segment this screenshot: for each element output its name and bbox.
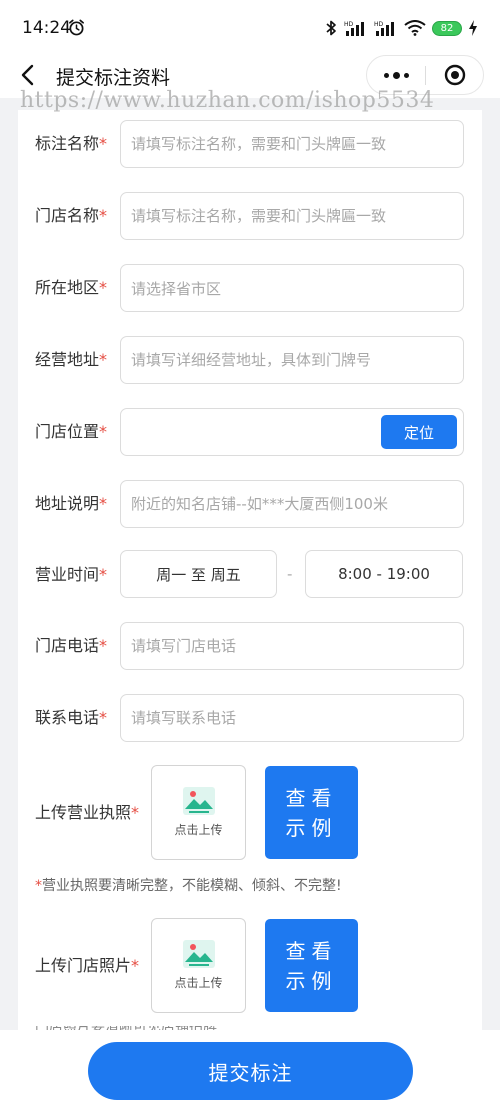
address-input[interactable] xyxy=(120,336,464,384)
region-label: 所在地区* xyxy=(35,278,108,297)
upload-label: 点击上传 xyxy=(174,976,223,990)
target-close-icon xyxy=(444,64,466,86)
hours-time-picker[interactable]: 8:00 - 19:00 xyxy=(305,550,463,598)
back-arrow-icon[interactable] xyxy=(16,62,42,88)
marker-name-label: 标注名称* xyxy=(35,134,108,153)
image-upload-icon xyxy=(182,940,215,968)
store-phone-input[interactable] xyxy=(120,622,464,670)
store-photo-upload-box[interactable]: 点击上传 xyxy=(151,918,246,1013)
bottom-bar: 提交标注 xyxy=(0,1030,500,1111)
license-example-button[interactable]: 查看示例 xyxy=(265,766,358,859)
address-label: 经营地址* xyxy=(35,350,108,369)
license-upload-box[interactable]: 点击上传 xyxy=(151,765,246,860)
address-note-input[interactable] xyxy=(120,480,464,528)
more-dot-icon xyxy=(392,71,400,79)
required-mark: * xyxy=(99,134,108,153)
store-name-input[interactable] xyxy=(120,192,464,240)
status-bar: 14:24 HD HD 82 xyxy=(0,0,500,58)
location-label: 门店位置* xyxy=(35,422,108,441)
charging-icon xyxy=(469,20,477,36)
required-mark: * xyxy=(99,278,108,297)
hours-separator: - xyxy=(287,565,293,583)
required-mark: * xyxy=(99,206,108,225)
status-time: 14:24 xyxy=(22,18,71,38)
required-mark: * xyxy=(99,636,108,655)
submit-button[interactable]: 提交标注 xyxy=(88,1042,413,1100)
license-note: *营业执照要清晰完整，不能模糊、倾斜、不完整! xyxy=(35,878,342,894)
region-picker[interactable]: 请选择省市区 xyxy=(120,264,464,312)
network-label-2: HD xyxy=(374,21,384,28)
contact-phone-input[interactable] xyxy=(120,694,464,742)
alarm-icon xyxy=(69,19,84,36)
more-dot-icon xyxy=(403,72,409,78)
close-miniprogram-button[interactable] xyxy=(426,56,484,94)
required-mark: * xyxy=(99,494,108,513)
locate-button[interactable]: 定位 xyxy=(381,415,457,449)
store-photo-label: 上传门店照片* xyxy=(35,956,140,975)
address-note-label: 地址说明* xyxy=(35,494,108,513)
store-photo-example-button[interactable]: 查看示例 xyxy=(265,919,358,1012)
more-dot-icon xyxy=(383,72,389,78)
hours-label: 营业时间* xyxy=(35,565,108,584)
required-mark: * xyxy=(35,878,42,894)
bluetooth-icon xyxy=(326,20,336,36)
network-label-1: HD xyxy=(344,21,354,28)
required-mark: * xyxy=(131,956,140,975)
battery-indicator: 82 xyxy=(432,20,462,36)
required-mark: * xyxy=(99,350,108,369)
required-mark: * xyxy=(99,422,108,441)
image-upload-icon xyxy=(182,787,215,815)
watermark: https://www.huzhan.com/ishop5534 xyxy=(20,88,435,113)
status-icons: HD HD 82 xyxy=(324,19,478,37)
signal-icon-2: HD xyxy=(374,21,394,36)
upload-label: 点击上传 xyxy=(174,823,223,837)
required-mark: * xyxy=(99,565,108,584)
contact-phone-label: 联系电话* xyxy=(35,708,108,727)
marker-name-input[interactable] xyxy=(120,120,464,168)
signal-icon-1: HD xyxy=(344,21,364,36)
required-mark: * xyxy=(131,803,140,822)
store-phone-label: 门店电话* xyxy=(35,636,108,655)
wifi-icon xyxy=(404,20,426,36)
license-label: 上传营业执照* xyxy=(35,803,140,822)
page-title: 提交标注资料 xyxy=(56,67,171,89)
required-mark: * xyxy=(99,708,108,727)
location-field[interactable]: 定位 xyxy=(120,408,464,456)
hours-days-picker[interactable]: 周一 至 周五 xyxy=(120,550,277,598)
store-name-label: 门店名称* xyxy=(35,206,108,225)
